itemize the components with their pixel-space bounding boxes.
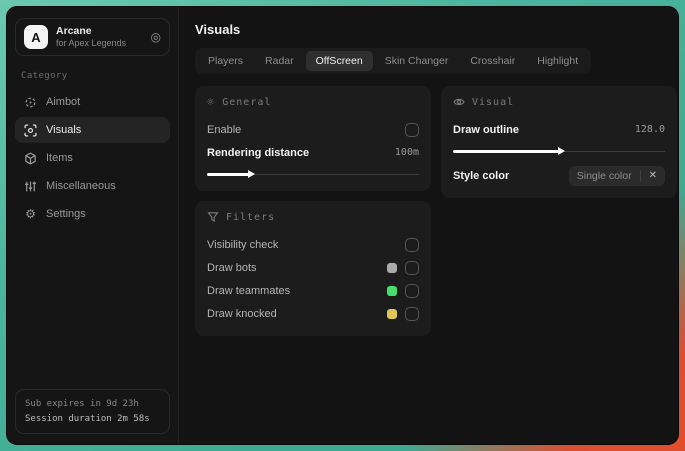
right-column: Visual Draw outline 128.0 Style color Si… — [441, 86, 677, 198]
enable-checkbox[interactable] — [405, 122, 419, 137]
rendering-distance-label: Rendering distance — [207, 146, 310, 159]
rendering-distance-slider[interactable] — [207, 169, 419, 179]
crosshair-icon — [24, 96, 37, 109]
draw-bots-label: Draw bots — [207, 261, 257, 274]
app-logo: A — [24, 25, 48, 50]
cube-icon — [24, 152, 37, 165]
slider-fill — [453, 147, 565, 155]
subscription-info-card: Sub expires in 9d 23h Session duration 2… — [15, 389, 170, 434]
app-window: A Arcane for Apex Legends ◎ Category Aim… — [6, 6, 679, 445]
tab-players[interactable]: Players — [198, 51, 253, 71]
sidebar-item-label: Items — [46, 152, 73, 165]
tab-offscreen[interactable]: OffScreen — [305, 51, 373, 71]
enable-label: Enable — [207, 123, 242, 136]
general-panel: ☼ General Enable Rendering distance 100m — [195, 86, 431, 191]
tab-highlight[interactable]: Highlight — [527, 51, 588, 71]
tab-radar[interactable]: Radar — [255, 51, 304, 71]
color-swatch[interactable] — [387, 262, 397, 273]
visibility-check-row: Visibility check — [207, 234, 419, 255]
style-color-row: Style color Single color ✕ — [453, 165, 665, 186]
style-color-select[interactable]: Single color ✕ — [568, 165, 665, 186]
sidebar-item-label: Miscellaneous — [46, 180, 116, 193]
page-title: Visuals — [195, 22, 241, 37]
target-icon[interactable]: ◎ — [151, 30, 161, 44]
eye-scan-icon — [24, 124, 37, 137]
draw-teammates-label: Draw teammates — [207, 284, 291, 297]
slider-thumb-arrow-icon[interactable] — [558, 147, 565, 155]
select-divider — [639, 170, 641, 181]
filters-panel-header: Filters — [207, 211, 419, 223]
brand-card: A Arcane for Apex Legends ◎ — [15, 18, 170, 57]
app-subtitle: for Apex Legends — [56, 38, 127, 49]
filters-panel: Filters Visibility check Draw bots Draw … — [195, 201, 431, 336]
slider-fill — [207, 170, 256, 178]
draw-knocked-checkbox[interactable] — [405, 306, 419, 321]
visibility-check-label: Visibility check — [207, 238, 279, 251]
draw-outline-label: Draw outline — [453, 123, 520, 136]
tab-bar: Players Radar OffScreen Skin Changer Cro… — [195, 48, 592, 74]
sun-icon: ☼ — [207, 95, 216, 109]
rendering-distance-value: 100m — [394, 147, 419, 158]
visibility-check-checkbox[interactable] — [405, 237, 419, 252]
sidebar-item-aimbot[interactable]: Aimbot — [15, 89, 170, 115]
draw-bots-row: Draw bots — [207, 257, 419, 278]
sidebar-item-visuals[interactable]: Visuals — [15, 117, 170, 144]
color-swatch[interactable] — [387, 308, 397, 319]
draw-knocked-label: Draw knocked — [207, 307, 277, 320]
rendering-distance-row: Rendering distance 100m — [207, 142, 419, 163]
style-color-label: Style color — [453, 169, 510, 182]
general-panel-title: General — [222, 96, 272, 108]
visual-panel-header: Visual — [453, 96, 665, 108]
tab-skin-changer[interactable]: Skin Changer — [375, 51, 459, 71]
enable-row: Enable — [207, 119, 419, 140]
app-name: Arcane — [56, 25, 92, 37]
slider-thumb-arrow-icon[interactable] — [248, 170, 256, 178]
sidebar: A Arcane for Apex Legends ◎ Category Aim… — [7, 7, 179, 444]
tab-crosshair[interactable]: Crosshair — [460, 51, 525, 71]
sidebar-item-label: Settings — [46, 208, 86, 221]
brand-text: Arcane for Apex Legends — [56, 25, 126, 49]
sidebar-item-items[interactable]: Items — [15, 145, 170, 171]
eye-icon — [453, 96, 465, 108]
gear-icon: ⚙ — [25, 207, 36, 222]
draw-outline-value: 128.0 — [634, 124, 665, 135]
sidebar-item-label: Aimbot — [46, 96, 81, 109]
main-content: Visuals Players Radar OffScreen Skin Cha… — [179, 7, 678, 444]
style-color-selected-value: Single color — [576, 169, 632, 182]
visual-panel-title: Visual — [472, 96, 515, 108]
sidebar-item-label: Visuals — [46, 124, 82, 137]
visual-panel: Visual Draw outline 128.0 Style color Si… — [441, 86, 677, 198]
category-label: Category — [21, 71, 68, 82]
draw-outline-slider[interactable] — [453, 146, 665, 156]
clear-icon[interactable]: ✕ — [649, 170, 657, 181]
sidebar-nav: Aimbot Visuals Items Miscellaneous ⚙ Set… — [15, 89, 170, 229]
session-duration-text: Session duration 2m 58s — [25, 413, 150, 424]
draw-outline-row: Draw outline 128.0 — [453, 119, 665, 140]
sub-expires-text: Sub expires in 9d 23h — [25, 399, 139, 410]
draw-knocked-row: Draw knocked — [207, 303, 419, 324]
draw-teammates-checkbox[interactable] — [405, 283, 419, 298]
sidebar-item-settings[interactable]: ⚙ Settings — [15, 201, 170, 227]
sidebar-item-miscellaneous[interactable]: Miscellaneous — [15, 173, 170, 199]
panels-area: ☼ General Enable Rendering distance 100m — [195, 86, 677, 336]
draw-teammates-row: Draw teammates — [207, 280, 419, 301]
left-column: ☼ General Enable Rendering distance 100m — [195, 86, 431, 336]
color-swatch[interactable] — [387, 285, 397, 296]
funnel-icon — [207, 211, 219, 223]
filters-panel-title: Filters — [226, 211, 276, 223]
general-panel-header: ☼ General — [207, 96, 419, 108]
draw-bots-checkbox[interactable] — [405, 260, 419, 275]
sliders-icon — [24, 180, 37, 193]
